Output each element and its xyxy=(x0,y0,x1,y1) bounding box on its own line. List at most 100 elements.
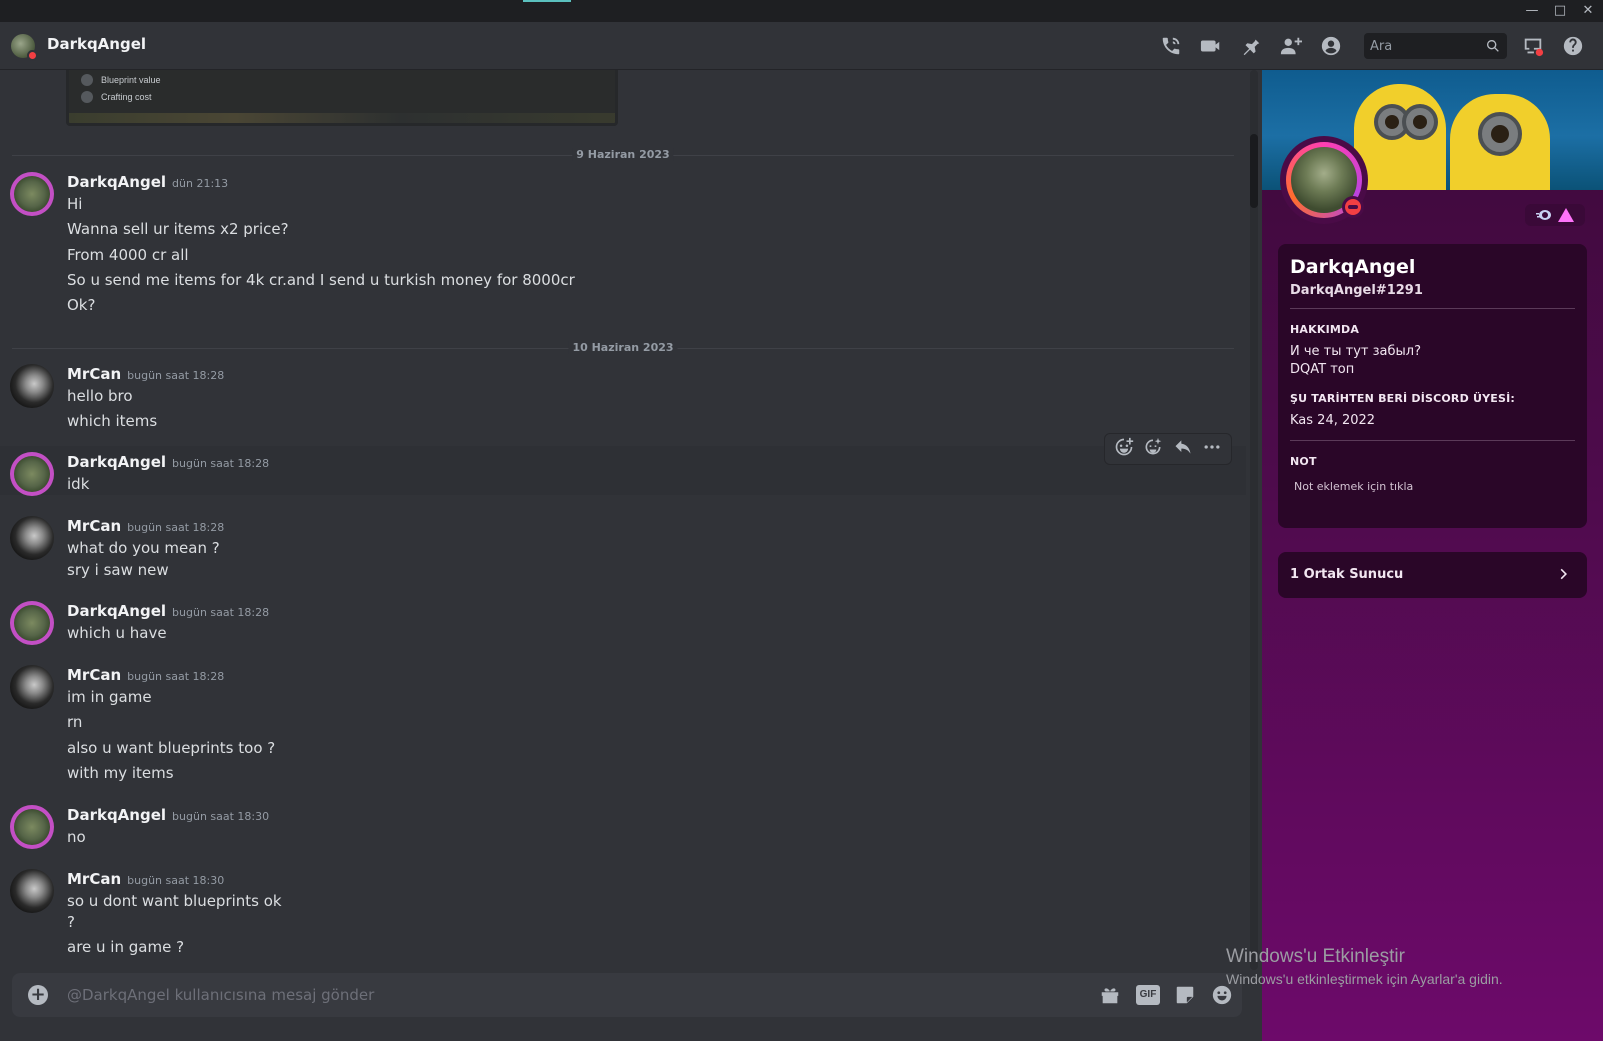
message-image-embed[interactable]: Blueprint value Crafting cost xyxy=(66,70,618,126)
date-divider: 10 Haziran 2023 xyxy=(12,341,1234,354)
divider xyxy=(1290,308,1575,309)
profile-avatar[interactable] xyxy=(1280,136,1368,224)
message-text: which u have xyxy=(67,624,167,642)
user-profile-panel: DarkqAngel DarkqAngel#1291 HAKKIMDA И че… xyxy=(1262,70,1603,1041)
embed-bullet-icon xyxy=(81,74,93,86)
phone-call-icon[interactable] xyxy=(1159,34,1183,58)
reply-icon[interactable] xyxy=(1173,437,1193,461)
profile-toggle-icon[interactable] xyxy=(1319,34,1343,58)
date-divider: 9 Haziran 2023 xyxy=(12,148,1234,161)
embed-image-strip xyxy=(69,113,615,123)
avatar[interactable] xyxy=(10,364,54,408)
message-author[interactable]: MrCan bugün saat 18:28 xyxy=(67,365,224,383)
upload-plus-icon[interactable]: + xyxy=(28,985,48,1005)
message-composer: + GIF xyxy=(12,973,1242,1017)
message-author[interactable]: DarkqAngel bugün saat 18:28 xyxy=(67,602,269,620)
message-text: are u in game ? xyxy=(67,938,185,956)
dnd-status-icon xyxy=(1342,196,1364,218)
about-heading: HAKKIMDA xyxy=(1290,323,1360,336)
message-author[interactable]: MrCan bugün saat 18:28 xyxy=(67,517,224,535)
gift-icon[interactable] xyxy=(1098,983,1122,1007)
embed-bullet-icon xyxy=(81,91,93,103)
avatar[interactable] xyxy=(10,601,54,645)
message-text: hello bro xyxy=(67,387,133,405)
message-text: also u want blueprints too ? xyxy=(67,739,276,757)
avatar[interactable] xyxy=(10,516,54,560)
message-timestamp: bugün saat 18:28 xyxy=(127,670,225,683)
dm-user-avatar[interactable] xyxy=(11,34,38,61)
note-heading: NOT xyxy=(1290,455,1317,468)
minimize-icon[interactable]: — xyxy=(1518,2,1546,20)
boost-badge-icon[interactable] xyxy=(1558,208,1574,222)
banner-goggle xyxy=(1402,104,1438,140)
super-reaction-icon[interactable] xyxy=(1143,437,1163,461)
message-text: with my items xyxy=(67,764,174,782)
profile-info-card: DarkqAngel DarkqAngel#1291 HAKKIMDA И че… xyxy=(1278,244,1587,528)
help-icon[interactable] xyxy=(1561,34,1585,58)
message-text: From 4000 cr all xyxy=(67,246,189,264)
message-author[interactable]: DarkqAngel bugün saat 18:28 xyxy=(67,453,269,471)
scrollbar-thumb[interactable] xyxy=(1250,134,1258,208)
message-text: Wanna sell ur items x2 price? xyxy=(67,220,289,238)
divider xyxy=(1290,440,1575,441)
gif-button[interactable]: GIF xyxy=(1136,985,1160,1005)
message-list-scrollbar[interactable] xyxy=(1250,70,1258,970)
close-icon[interactable]: ✕ xyxy=(1574,2,1602,20)
message-text: So u send me items for 4k cr.and I send … xyxy=(67,271,575,289)
member-since-heading: ŞU TARİHTEN BERİ DİSCORD ÜYESİ: xyxy=(1290,392,1515,405)
sticker-icon[interactable] xyxy=(1173,983,1197,1007)
message-input[interactable] xyxy=(67,985,1017,1005)
mutual-servers-button[interactable]: 1 Ortak Sunucu xyxy=(1278,552,1587,598)
dm-title[interactable]: DarkqAngel xyxy=(47,35,146,53)
message-author[interactable]: MrCan bugün saat 18:30 xyxy=(67,870,224,888)
message-actions-toolbar xyxy=(1104,433,1232,465)
message-timestamp: bugün saat 18:28 xyxy=(127,521,225,534)
message-author[interactable]: MrCan bugün saat 18:28 xyxy=(67,666,224,684)
message-text: Ok? xyxy=(67,296,96,314)
mutual-servers-label: 1 Ortak Sunucu xyxy=(1290,567,1404,582)
message-text: no xyxy=(67,828,86,846)
video-camera-icon[interactable] xyxy=(1199,34,1223,58)
active-tab-indicator xyxy=(523,0,571,2)
member-since-date: Kas 24, 2022 xyxy=(1290,413,1376,428)
message-timestamp: bugün saat 18:28 xyxy=(172,457,270,470)
windows-activation-subtitle: Windows'u etkinleştirmek için Ayarlar'a … xyxy=(1226,971,1503,987)
add-friend-icon[interactable] xyxy=(1279,34,1303,58)
message-text: ? xyxy=(67,913,75,931)
about-text: И че ты тут забыл? xyxy=(1290,344,1421,359)
message-text: so u dont want blueprints ok xyxy=(67,892,282,910)
nitro-badge-icon[interactable] xyxy=(1536,209,1552,221)
profile-username-tag[interactable]: DarkqAngel#1291 xyxy=(1290,283,1423,298)
search-box[interactable] xyxy=(1364,33,1507,59)
message-text: Hi xyxy=(67,195,83,213)
search-input[interactable] xyxy=(1370,37,1480,55)
avatar[interactable] xyxy=(10,452,54,496)
message-text: idk xyxy=(67,475,90,493)
pin-icon[interactable] xyxy=(1239,34,1263,58)
window-titlebar: — □ ✕ xyxy=(0,0,1603,22)
channel-header: DarkqAngel xyxy=(0,22,1603,70)
more-options-icon[interactable] xyxy=(1202,437,1222,461)
avatar[interactable] xyxy=(10,172,54,216)
note-field[interactable]: Not eklemek için tıkla xyxy=(1294,480,1413,493)
profile-badges xyxy=(1525,204,1585,226)
avatar[interactable] xyxy=(10,665,54,709)
message-author[interactable]: DarkqAngel bugün saat 18:30 xyxy=(67,806,269,824)
maximize-icon[interactable]: □ xyxy=(1546,2,1574,20)
embed-row: Blueprint value xyxy=(81,74,161,86)
message-list: Blueprint value Crafting cost 9 Haziran … xyxy=(0,70,1262,973)
search-icon xyxy=(1487,40,1499,52)
message-text: im in game xyxy=(67,688,152,706)
message-author[interactable]: DarkqAngel dün 21:13 xyxy=(67,173,228,191)
message-timestamp: bugün saat 18:30 xyxy=(127,874,225,887)
avatar[interactable] xyxy=(10,869,54,913)
windows-activation-title: Windows'u Etkinleştir xyxy=(1226,946,1405,967)
message-text: rn xyxy=(67,713,83,731)
message-text: which items xyxy=(67,412,158,430)
inbox-icon[interactable] xyxy=(1521,34,1545,58)
profile-display-name: DarkqAngel xyxy=(1290,256,1416,278)
avatar[interactable] xyxy=(10,805,54,849)
add-reaction-icon[interactable] xyxy=(1114,437,1134,461)
message-text: what do you mean ? xyxy=(67,539,220,557)
banner-goggle xyxy=(1478,112,1522,156)
